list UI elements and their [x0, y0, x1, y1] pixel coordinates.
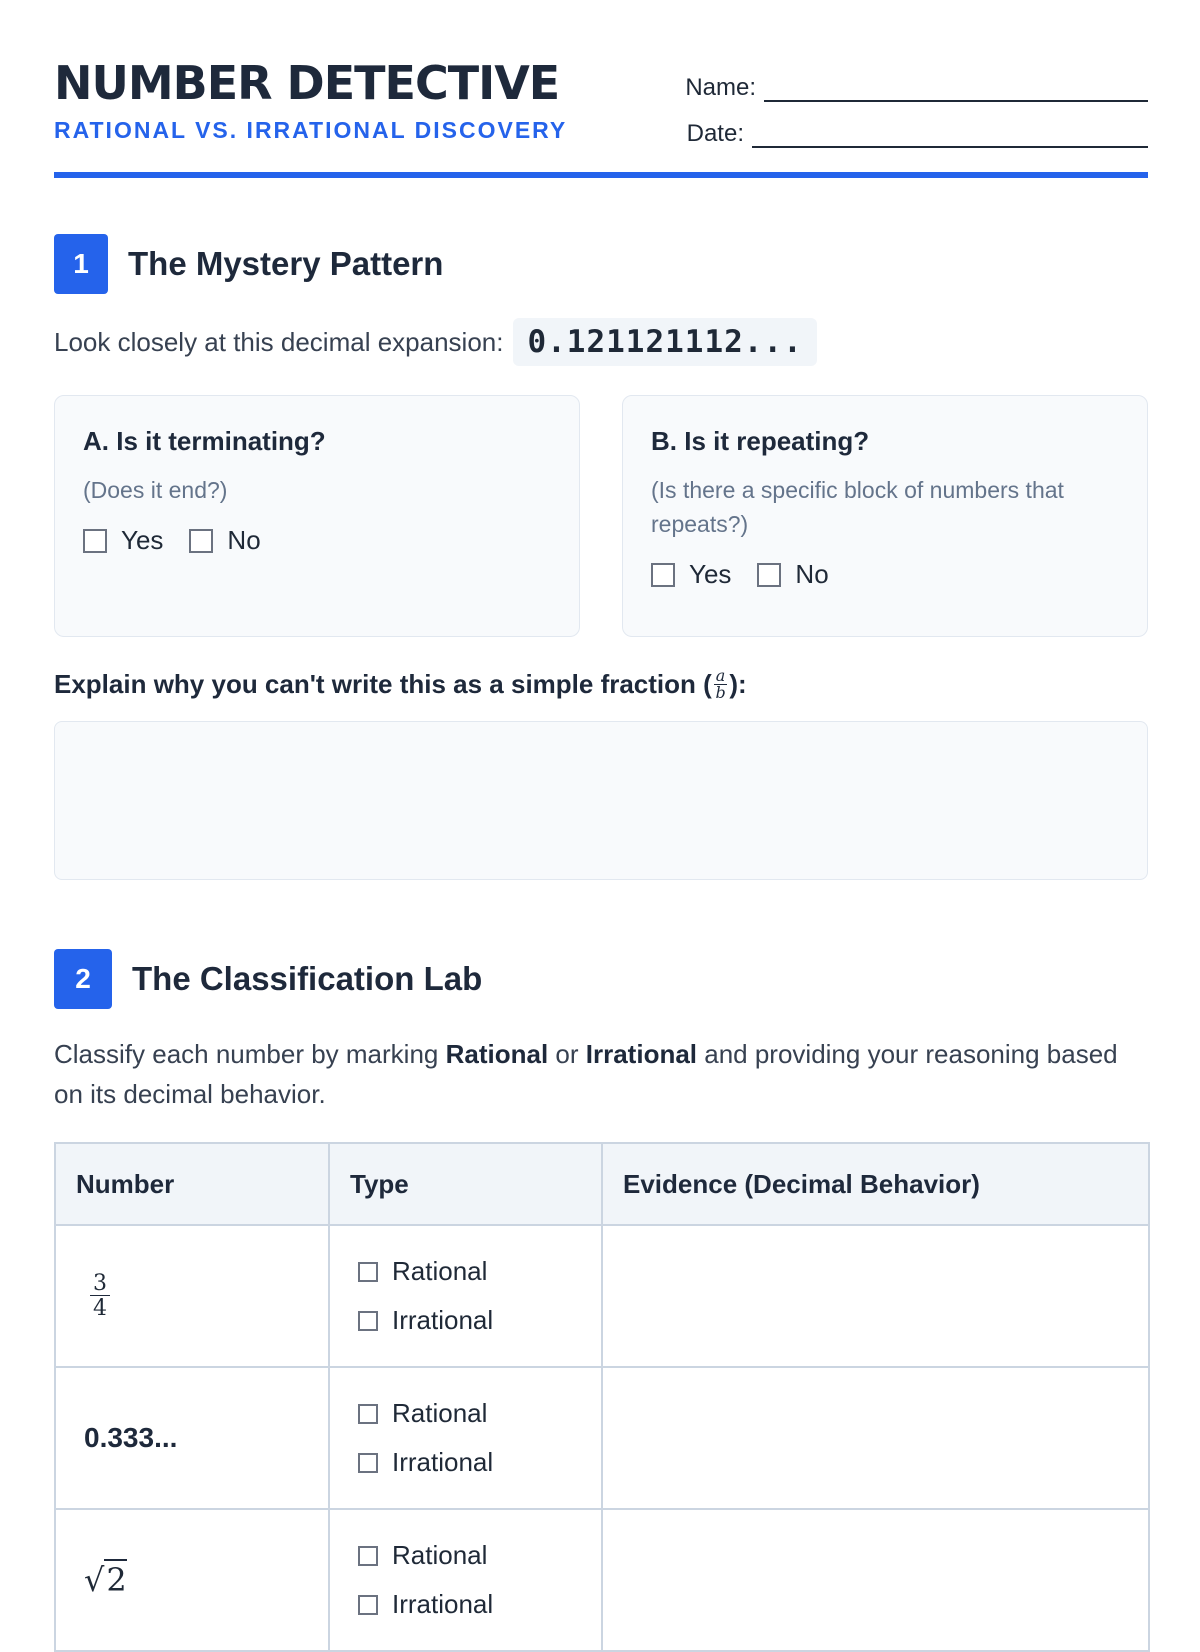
option-rational-label: Rational: [392, 1540, 488, 1570]
worksheet-page: NUMBER DETECTIVE RATIONAL VS. IRRATIONAL…: [54, 0, 1150, 1652]
sqrt-sign: √: [84, 1561, 105, 1599]
number-value: 0.333...: [84, 1422, 178, 1453]
name-row: Name:: [668, 56, 1148, 102]
card-b-no[interactable]: No: [757, 559, 829, 590]
option-rational[interactable]: Rational: [358, 1398, 573, 1429]
date-row: Date:: [668, 102, 1148, 148]
checkbox-icon[interactable]: [358, 1452, 378, 1473]
fraction-a-over-b: a b: [713, 668, 728, 702]
header-evidence: Evidence (Decimal Behavior): [601, 1142, 1150, 1226]
option-rational-label: Rational: [392, 1256, 488, 1286]
card-a-no-label: No: [227, 525, 261, 555]
intro-rational: Rational: [445, 1039, 549, 1069]
table-row: 0.333... Rational Irrational: [54, 1366, 1150, 1510]
checkbox-icon[interactable]: [358, 1403, 378, 1424]
number-cell: 0.333...: [54, 1366, 330, 1510]
type-options: Rational Irrational: [358, 1256, 573, 1336]
fraction-denominator: 4: [93, 1295, 107, 1321]
option-rational[interactable]: Rational: [358, 1540, 573, 1571]
checkbox-icon[interactable]: [757, 562, 782, 587]
decimal-prompt-text: Look closely at this decimal expansion:: [54, 326, 504, 357]
type-cell: Rational Irrational: [328, 1508, 603, 1652]
section-2-intro: Classify each number by marking Rational…: [54, 1034, 1148, 1114]
evidence-cell[interactable]: [601, 1508, 1150, 1652]
card-a-yes[interactable]: Yes: [83, 525, 163, 556]
number-cell: √2: [54, 1508, 330, 1652]
card-a-yes-label: Yes: [121, 525, 164, 555]
section-1-title: The Mystery Pattern: [128, 245, 444, 282]
header-number: Number: [54, 1142, 330, 1226]
option-irrational-label: Irrational: [392, 1589, 494, 1619]
date-line[interactable]: [752, 124, 1148, 148]
fraction-numerator: 3: [90, 1272, 110, 1296]
option-irrational-label: Irrational: [392, 1305, 494, 1335]
number-cell: 3 4: [54, 1224, 330, 1368]
option-rational-label: Rational: [392, 1398, 488, 1428]
worksheet-title: NUMBER DETECTIVE: [54, 56, 560, 110]
section-1-badge: 1: [54, 234, 108, 294]
table-row: √2 Rational Irrational: [54, 1508, 1150, 1652]
header-type: Type: [328, 1142, 603, 1226]
card-a-options: Yes No: [83, 525, 551, 556]
explain-answer-box[interactable]: [54, 721, 1148, 880]
fraction-denominator: b: [715, 683, 726, 702]
name-label: Name:: [685, 74, 756, 101]
intro-text: Classify each number by marking: [54, 1039, 446, 1069]
card-repeating: B. Is it repeating? (Is there a specific…: [622, 395, 1148, 637]
checkbox-icon[interactable]: [358, 1594, 378, 1615]
type-options: Rational Irrational: [358, 1398, 573, 1478]
type-options: Rational Irrational: [358, 1540, 573, 1620]
card-b-no-label: No: [795, 559, 829, 589]
type-cell: Rational Irrational: [328, 1366, 603, 1510]
checkbox-icon[interactable]: [189, 528, 214, 553]
evidence-cell[interactable]: [601, 1366, 1150, 1510]
decimal-expansion: 0.121121112...: [513, 318, 817, 366]
card-b-yes-label: Yes: [689, 559, 732, 589]
type-cell: Rational Irrational: [328, 1224, 603, 1368]
card-a-hint: (Does it end?): [83, 477, 228, 503]
option-irrational[interactable]: Irrational: [358, 1447, 573, 1478]
worksheet-subtitle: RATIONAL VS. IRRATIONAL DISCOVERY: [54, 117, 568, 143]
card-a-question: A. Is it terminating?: [83, 426, 326, 456]
name-line[interactable]: [764, 78, 1148, 102]
option-irrational-label: Irrational: [392, 1447, 494, 1477]
section-1-head: 1 The Mystery Pattern: [54, 234, 443, 294]
table-header-row: Number Type Evidence (Decimal Behavior): [54, 1142, 1150, 1226]
section-2-badge: 2: [54, 949, 112, 1009]
card-b-yes[interactable]: Yes: [651, 559, 731, 590]
card-b-question: B. Is it repeating?: [651, 426, 870, 456]
checkbox-icon[interactable]: [651, 562, 675, 587]
checkbox-icon[interactable]: [358, 1545, 378, 1566]
table-row: 3 4 Rational Irrational: [54, 1224, 1150, 1368]
option-irrational[interactable]: Irrational: [358, 1589, 573, 1620]
worksheet-header: NUMBER DETECTIVE RATIONAL VS. IRRATIONAL…: [54, 0, 1148, 178]
student-info: Name: Date:: [668, 56, 1148, 148]
option-rational[interactable]: Rational: [358, 1256, 573, 1287]
sqrt-radicand: 2: [104, 1559, 127, 1599]
option-irrational[interactable]: Irrational: [358, 1305, 573, 1336]
evidence-cell[interactable]: [601, 1224, 1150, 1368]
card-terminating: A. Is it terminating? (Does it end?) Yes…: [54, 395, 580, 637]
decimal-prompt: Look closely at this decimal expansion: …: [54, 318, 817, 366]
card-b-options: Yes No: [651, 559, 1119, 590]
section-2-title: The Classification Lab: [132, 960, 483, 997]
date-label: Date:: [686, 120, 744, 147]
square-root-two: √2: [84, 1559, 127, 1599]
checkbox-icon[interactable]: [358, 1310, 378, 1331]
card-a-no[interactable]: No: [189, 525, 261, 556]
fraction-three-quarters: 3 4: [90, 1272, 110, 1321]
explain-prompt: Explain why you can't write this as a si…: [54, 668, 747, 701]
card-b-hint: (Is there a specific block of numbers th…: [651, 477, 1064, 537]
checkbox-icon[interactable]: [358, 1261, 378, 1282]
intro-irrational: Irrational: [585, 1039, 698, 1069]
section-2-head: 2 The Classification Lab: [54, 949, 482, 1009]
explain-text: Explain why you can't write this as a si…: [54, 669, 712, 699]
explain-text-end: ):: [729, 669, 747, 699]
intro-or: or: [548, 1039, 586, 1069]
classification-table: Number Type Evidence (Decimal Behavior) …: [54, 1142, 1150, 1652]
checkbox-icon[interactable]: [83, 528, 107, 553]
